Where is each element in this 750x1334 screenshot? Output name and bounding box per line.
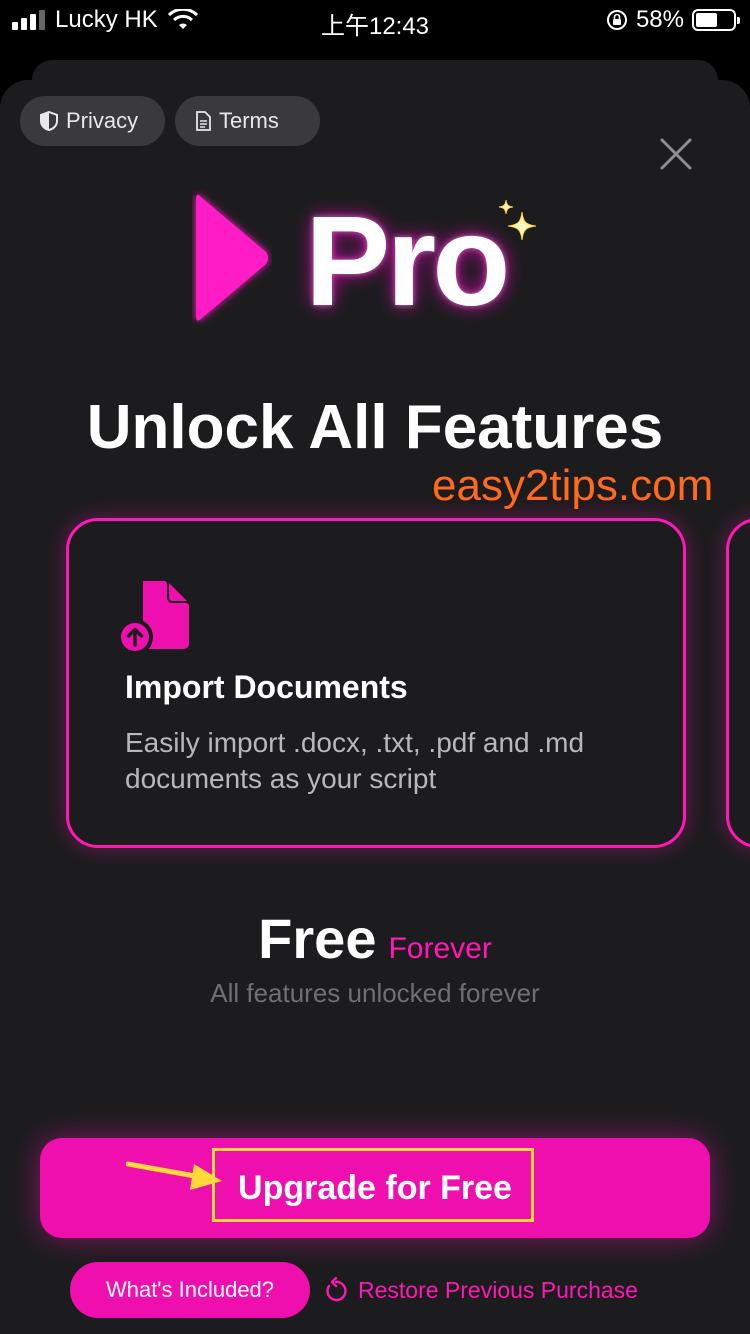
upgrade-button[interactable]: Upgrade for Free bbox=[40, 1138, 710, 1238]
whats-included-label: What's Included? bbox=[105, 1277, 275, 1302]
pro-logo-text: Pro bbox=[305, 190, 510, 333]
terms-button[interactable]: Terms bbox=[175, 96, 320, 146]
restore-icon bbox=[326, 1277, 347, 1302]
price-row: Free Forever bbox=[0, 906, 750, 971]
feature-card-import[interactable]: Import Documents Easily import .docx, .t… bbox=[66, 518, 686, 848]
privacy-label: Privacy bbox=[66, 108, 139, 133]
restore-label: Restore Previous Purchase bbox=[358, 1276, 638, 1303]
feature-card-next[interactable] bbox=[726, 518, 750, 848]
arrow-annotation-icon bbox=[126, 1161, 222, 1190]
upgrade-label: Upgrade for Free bbox=[238, 1168, 512, 1207]
battery-fill bbox=[696, 13, 717, 27]
price-subtitle: All features unlocked forever bbox=[210, 978, 540, 1008]
terms-label: Terms bbox=[219, 108, 279, 133]
price-label: Free bbox=[258, 907, 377, 970]
status-bar: Lucky HK 上午12:43 58% bbox=[0, 0, 750, 42]
whats-included-button[interactable]: What's Included? bbox=[70, 1262, 310, 1318]
battery-percent: 58% bbox=[635, 6, 684, 33]
orientation-lock-icon bbox=[606, 10, 627, 30]
paywall-sheet: Privacy Terms Pro Unlock All Features ea… bbox=[0, 80, 750, 1334]
battery-icon bbox=[692, 9, 740, 31]
headline: Unlock All Features bbox=[86, 393, 664, 462]
feature-title: Import Documents bbox=[125, 669, 408, 705]
close-icon[interactable] bbox=[658, 136, 694, 172]
status-right: 58% bbox=[606, 6, 740, 34]
price-period: Forever bbox=[388, 932, 492, 965]
restore-purchase-button[interactable]: Restore Previous Purchase bbox=[324, 1268, 638, 1312]
import-document-icon bbox=[117, 581, 189, 655]
play-logo-icon bbox=[196, 194, 268, 321]
shield-icon bbox=[40, 111, 58, 131]
feature-description: Easily import .docx, .txt, .pdf and .md … bbox=[125, 727, 585, 794]
watermark-text: easy2tips.com bbox=[432, 461, 714, 510]
sparkle-icon bbox=[498, 199, 537, 241]
document-icon bbox=[196, 111, 211, 131]
privacy-button[interactable]: Privacy bbox=[20, 96, 165, 146]
